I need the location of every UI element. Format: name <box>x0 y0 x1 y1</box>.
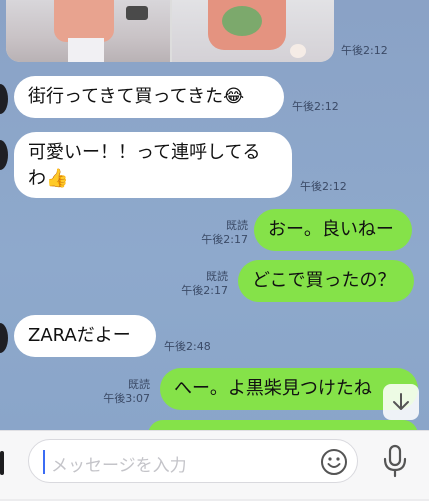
microphone-icon[interactable] <box>380 443 410 479</box>
message-input[interactable]: メッセージを入力 <box>28 439 358 483</box>
message-text: わ👍 <box>28 168 69 189</box>
scroll-to-bottom-button[interactable] <box>383 384 419 420</box>
read-receipt: 既読 <box>206 270 228 283</box>
read-receipt: 既読 <box>128 378 150 391</box>
message-text: ZARAだよー <box>28 325 131 346</box>
message-time: 午後2:12 <box>292 100 339 113</box>
incoming-message[interactable]: 街行ってきて買ってきた😂 <box>14 76 284 118</box>
arrow-down-icon <box>393 393 409 410</box>
message-time: 午後2:17 <box>181 284 228 297</box>
message-text: どこで買ったの？ <box>252 270 396 291</box>
message-time: 午後2:17 <box>201 233 248 246</box>
message-time: 午後3:07 <box>103 392 150 405</box>
message-text: おー。良いねー <box>268 219 394 240</box>
read-receipt: 既読 <box>226 219 248 232</box>
photo-thumbnail[interactable] <box>6 0 170 62</box>
outgoing-message[interactable]: へー。よ黒柴見つけたね <box>160 368 418 410</box>
message-time: 午後2:48 <box>164 340 211 353</box>
message-text: 街行ってきて買ってきた😂 <box>28 86 245 107</box>
message-time: 午後2:12 <box>341 44 388 57</box>
avatar[interactable] <box>0 140 8 170</box>
outgoing-message[interactable]: おー。良いねー <box>254 209 412 251</box>
avatar[interactable] <box>0 323 8 353</box>
input-placeholder: メッセージを入力 <box>51 456 187 476</box>
menu-edge[interactable] <box>0 451 4 475</box>
message-text: へー。よ黒柴見つけたね <box>174 378 372 399</box>
avatar[interactable] <box>0 84 8 114</box>
message-time: 午後2:12 <box>300 180 347 193</box>
text-cursor <box>43 450 45 474</box>
incoming-message[interactable]: 可愛いー！！って連呼してる わ👍 <box>14 132 292 198</box>
photo-message[interactable] <box>6 0 334 62</box>
photo-thumbnail[interactable] <box>172 0 334 62</box>
smiley-icon[interactable] <box>319 447 349 477</box>
outgoing-message[interactable] <box>148 420 418 430</box>
incoming-message[interactable]: ZARAだよー <box>14 315 156 357</box>
chat-area: 午後2:12 街行ってきて買ってきた😂 午後2:12 可愛いー！！って連呼してる… <box>0 0 429 430</box>
outgoing-message[interactable]: どこで買ったの？ <box>238 260 414 302</box>
input-bar: メッセージを入力 <box>0 430 429 501</box>
message-text: 可愛いー！！って連呼してる <box>28 142 261 163</box>
